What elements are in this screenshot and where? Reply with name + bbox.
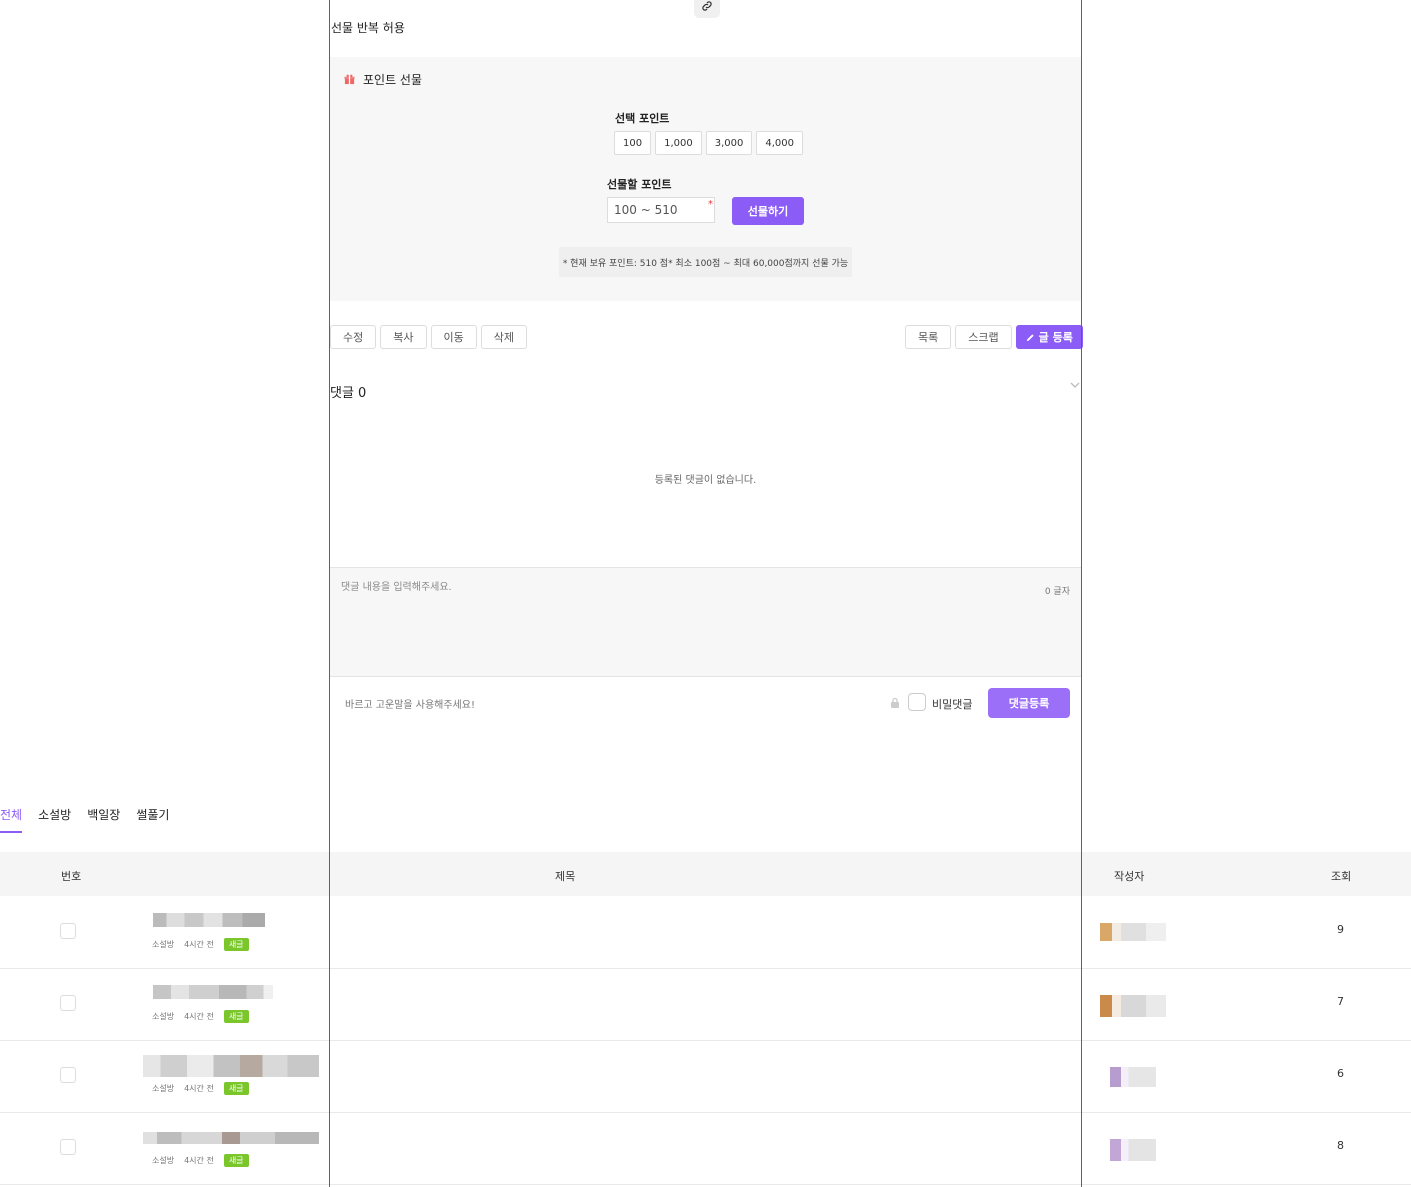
required-mark: *	[708, 199, 713, 210]
table-row[interactable]: 소설방 4시간 전 새글 9	[0, 896, 1411, 969]
table-row[interactable]: 소설방 4시간 전 새글 7	[0, 968, 1411, 1041]
delete-button[interactable]: 삭제	[480, 325, 527, 349]
post-title-link[interactable]	[143, 1055, 319, 1077]
post-actions-left: 수정 복사 이동 삭제	[330, 325, 527, 349]
post-category: 소설방	[152, 1084, 175, 1093]
tab-all[interactable]: 전체	[0, 806, 23, 833]
new-badge: 새글	[223, 1154, 249, 1167]
list-button[interactable]: 목록	[905, 325, 952, 349]
copy-link-button[interactable]	[694, 0, 720, 18]
row-checkbox[interactable]	[60, 923, 76, 939]
right-guide-line	[1081, 0, 1082, 1187]
no-comments-message: 등록된 댓글이 없습니다.	[654, 475, 757, 486]
point-options: 100 1,000 3,000 4,000	[614, 131, 804, 155]
point-option-4000[interactable]: 4,000	[756, 131, 804, 155]
post-title-link[interactable]	[153, 985, 273, 999]
gift-amount-label: 선물할 포인트	[607, 178, 672, 191]
post-meta: 소설방 4시간 전 새글	[152, 1010, 249, 1023]
author-name[interactable]	[1100, 995, 1166, 1017]
post-actions-right: 목록 스크랩 글 등록	[905, 325, 1083, 349]
post-category: 소설방	[152, 1156, 175, 1165]
header-number: 번호	[61, 870, 82, 883]
author-name[interactable]	[1110, 1139, 1156, 1161]
copy-button[interactable]: 복사	[380, 325, 427, 349]
table-row[interactable]: 소설방 4시간 전 새글 8	[0, 1112, 1411, 1185]
row-checkbox[interactable]	[60, 1067, 76, 1083]
comment-hint: 바르고 고운말을 사용해주세요!	[345, 700, 475, 711]
table-row[interactable]: 소설방 4시간 전 새글 6	[0, 1040, 1411, 1113]
row-checkbox[interactable]	[60, 995, 76, 1011]
left-guide-line	[329, 0, 330, 1187]
secret-comment-label: 비밀댓글	[932, 698, 973, 711]
gift-title: 포인트 선물	[344, 71, 422, 88]
write-post-label: 글 등록	[1038, 331, 1073, 344]
link-icon	[702, 1, 712, 11]
category-tabs: 전체 소설방 백일장 썰풀기	[0, 806, 169, 833]
tab-writing-contest[interactable]: 백일장	[87, 806, 120, 833]
view-count: 9	[1337, 923, 1344, 936]
post-meta: 소설방 4시간 전 새글	[152, 1154, 249, 1167]
pencil-icon	[1026, 333, 1034, 341]
comment-count-title: 댓글 0	[330, 386, 367, 401]
move-button[interactable]: 이동	[430, 325, 477, 349]
point-option-100[interactable]: 100	[614, 131, 652, 155]
post-meta: 소설방 4시간 전 새글	[152, 938, 249, 951]
header-title: 제목	[555, 870, 576, 883]
view-count: 7	[1337, 995, 1344, 1008]
edit-button[interactable]: 수정	[330, 325, 377, 349]
gift-note: * 현재 보유 포인트: 510 점* 최소 100점 ~ 최대 60,000점…	[559, 247, 852, 277]
lock-icon	[891, 697, 899, 708]
comment-submit-bar: 바르고 고운말을 사용해주세요! 비밀댓글 댓글등록	[330, 677, 1081, 727]
gift-icon	[344, 74, 355, 85]
post-category: 소설방	[152, 940, 175, 949]
comment-textarea[interactable]: 댓글 내용을 입력해주세요. 0 글자	[330, 567, 1081, 677]
view-count: 8	[1337, 1139, 1344, 1152]
view-count: 6	[1337, 1067, 1344, 1080]
scrap-button[interactable]: 스크랩	[955, 325, 1012, 349]
tab-novel[interactable]: 소설방	[38, 806, 71, 833]
point-gift-panel: 포인트 선물 선택 포인트 100 1,000 3,000 4,000 선물할 …	[330, 57, 1081, 301]
post-category: 소설방	[152, 1012, 175, 1021]
select-point-label: 선택 포인트	[615, 112, 670, 125]
post-time: 4시간 전	[184, 940, 214, 949]
row-checkbox[interactable]	[60, 1139, 76, 1155]
point-option-1000[interactable]: 1,000	[655, 131, 702, 155]
header-author: 작성자	[1114, 870, 1145, 883]
char-count: 0 글자	[1044, 587, 1070, 597]
new-badge: 새글	[223, 938, 249, 951]
comment-placeholder: 댓글 내용을 입력해주세요.	[341, 582, 452, 593]
point-option-3000[interactable]: 3,000	[705, 131, 753, 155]
new-badge: 새글	[223, 1010, 249, 1023]
header-views: 조회	[1331, 870, 1352, 883]
gift-title-text: 포인트 선물	[363, 73, 423, 87]
author-name[interactable]	[1110, 1067, 1156, 1087]
table-header: 번호 제목 작성자 조회	[0, 852, 1411, 896]
comment-submit-button[interactable]: 댓글등록	[988, 688, 1070, 718]
post-time: 4시간 전	[184, 1012, 214, 1021]
gift-submit-button[interactable]: 선물하기	[732, 197, 804, 225]
gift-amount-input[interactable]: 100 ~ 510	[607, 197, 715, 223]
chevron-down-icon[interactable]	[1070, 380, 1080, 390]
secret-comment-checkbox[interactable]	[908, 693, 926, 711]
post-title-link[interactable]	[153, 913, 265, 927]
allow-repeat-gift-label: 선물 반복 허용	[331, 21, 405, 35]
write-post-button[interactable]: 글 등록	[1015, 325, 1083, 349]
post-time: 4시간 전	[184, 1084, 214, 1093]
new-badge: 새글	[223, 1082, 249, 1095]
tab-stories[interactable]: 썰풀기	[136, 806, 169, 833]
author-name[interactable]	[1100, 923, 1166, 941]
post-time: 4시간 전	[184, 1156, 214, 1165]
post-meta: 소설방 4시간 전 새글	[152, 1082, 249, 1095]
post-title-link[interactable]	[143, 1132, 319, 1144]
